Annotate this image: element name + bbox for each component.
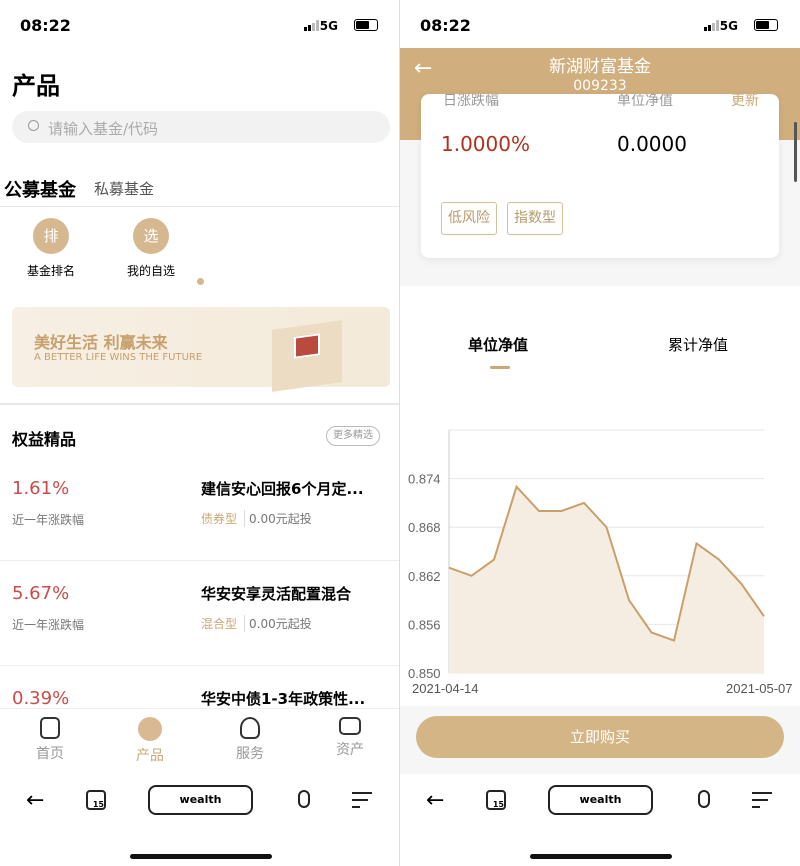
fund-list-item[interactable]: 5.67% 近一年涨跌幅 华安安享灵活配置混合 混合型 0.00元起投 — [0, 561, 399, 666]
scrollbar[interactable] — [794, 122, 797, 182]
product-screen: 08:22 5G 产品 请输入基金/代码 公募基金 私募基金 排基金排名 选我的… — [0, 0, 400, 866]
fund-return: 5.67% — [12, 583, 70, 604]
tabs-button[interactable]: 15 — [486, 790, 506, 810]
page-title: 产品 — [12, 72, 60, 100]
x-tick-label: 2021-05-07 — [726, 681, 793, 696]
browser-toolbar: ← 15 wealth — [0, 774, 399, 866]
quick-label: 我的自选 — [126, 264, 175, 278]
bell-icon — [240, 717, 260, 739]
tab-home[interactable]: 首页 — [20, 717, 80, 763]
battery-icon — [354, 19, 378, 31]
watchlist-icon: 选 — [133, 218, 169, 254]
nav-label: 单位净值 — [617, 94, 673, 109]
fund-min-investment: 0.00元起投 — [244, 510, 312, 527]
microphone-icon[interactable] — [698, 790, 710, 808]
battery-icon — [754, 19, 778, 31]
nav-chart: 0.850 0.856 0.862 0.868 0.874 2021-04-14 2021-… — [408, 429, 793, 696]
quick-label: 基金排名 — [26, 264, 75, 278]
section-title: 权益精品 — [12, 430, 77, 449]
nav-value: 0.0000 — [617, 132, 687, 156]
tab-label: 服务 — [236, 746, 264, 762]
daily-change-label: 日涨跌幅 — [443, 94, 499, 109]
back-arrow-icon[interactable]: ← — [26, 788, 44, 813]
fund-ranking-button[interactable]: 排基金排名 — [11, 218, 91, 279]
address-bar[interactable]: wealth — [148, 785, 253, 815]
my-watchlist-button[interactable]: 选我的自选 — [111, 218, 191, 279]
search-input[interactable]: 请输入基金/代码 — [12, 111, 390, 143]
y-tick-label: 0.868 — [408, 520, 441, 535]
menu-icon[interactable] — [352, 792, 372, 813]
network-label: 5G — [719, 19, 738, 33]
fund-list-item[interactable]: 1.61% 近一年涨跌幅 建信安心回报6个月定... 债券型 0.00元起投 — [0, 456, 399, 561]
fund-detail-screen: 08:22 5G ← 新湖财富基金 009233 日涨跌幅 单位净值 更新 1.… — [400, 0, 800, 866]
update-link[interactable]: 更新 — [731, 94, 759, 110]
status-bar: 08:22 5G — [0, 0, 399, 50]
divider — [0, 206, 399, 207]
y-tick-label: 0.850 — [408, 666, 441, 681]
tabs-button[interactable]: 15 — [86, 790, 106, 810]
promo-banner[interactable]: 美好生活 利赢未来 A BETTER LIFE WINS THE FUTURE — [12, 307, 390, 392]
search-icon — [28, 120, 39, 131]
network-label: 5G — [319, 19, 338, 33]
address-bar[interactable]: wealth — [548, 785, 653, 815]
y-tick-label: 0.862 — [408, 569, 441, 584]
chart-panel: 单位净值 累计净值 0.850 0.856 0.862 0.868 0.874 2021-… — [400, 286, 800, 706]
browser-toolbar: ← 15 wealth — [400, 774, 800, 866]
banner-subtitle: A BETTER LIFE WINS THE FUTURE — [34, 352, 203, 363]
search-placeholder: 请输入基金/代码 — [48, 120, 159, 138]
fund-return: 1.61% — [12, 478, 70, 499]
tab-label: 首页 — [36, 746, 64, 762]
area-fill — [449, 486, 764, 673]
home-indicator — [530, 854, 672, 859]
status-time: 08:22 — [20, 16, 71, 35]
y-tick-label: 0.874 — [408, 472, 441, 487]
tab-services[interactable]: 服务 — [220, 717, 280, 763]
fund-summary-card: 日涨跌幅 单位净值 更新 1.0000% 0.0000 低风险 指数型 — [421, 94, 779, 258]
type-tag: 指数型 — [507, 202, 563, 235]
fund-return: 0.39% — [12, 688, 70, 709]
menu-icon[interactable] — [752, 792, 772, 813]
y-tick-label: 0.856 — [408, 617, 441, 632]
tab-label: 资产 — [336, 742, 364, 758]
signal-icon — [704, 20, 720, 31]
products-icon — [138, 717, 162, 741]
fund-min-investment: 0.00元起投 — [244, 615, 312, 632]
banner-gift-box-image — [272, 320, 342, 392]
back-arrow-icon[interactable]: ← — [426, 788, 444, 813]
banner-title: 美好生活 利赢未来 — [34, 333, 168, 352]
fund-return-label: 近一年涨跌幅 — [12, 618, 85, 632]
fund-name: 华安安享灵活配置混合 — [201, 585, 352, 603]
microphone-icon[interactable] — [298, 790, 310, 808]
page-indicator — [197, 278, 204, 285]
x-tick-label: 2021-04-14 — [412, 681, 479, 696]
fund-type: 混合型 — [201, 617, 238, 631]
fund-code: 009233 — [573, 78, 627, 94]
tab-label: 产品 — [136, 748, 164, 764]
status-bar: 08:22 5G — [400, 0, 800, 50]
fund-name: 建信安心回报6个月定... — [201, 480, 364, 498]
tab-private-fund[interactable]: 私募基金 — [94, 178, 154, 199]
buy-now-button[interactable]: 立即购买 — [416, 716, 784, 758]
ranking-icon: 排 — [33, 218, 69, 254]
fund-name: 华安中债1-3年政策性... — [201, 690, 366, 708]
home-indicator — [130, 854, 272, 859]
fund-return-label: 近一年涨跌幅 — [12, 513, 85, 527]
fund-type: 债券型 — [201, 512, 238, 526]
tab-public-fund[interactable]: 公募基金 — [4, 176, 76, 202]
risk-tag: 低风险 — [441, 202, 497, 235]
status-time: 08:22 — [420, 16, 471, 35]
tab-products[interactable]: 产品 — [120, 717, 180, 765]
daily-change-value: 1.0000% — [441, 132, 530, 156]
home-icon — [40, 717, 60, 739]
divider — [0, 403, 399, 405]
more-button[interactable]: 更多精选 — [326, 426, 380, 446]
signal-icon — [304, 20, 320, 31]
bottom-tab-bar: 首页 产品 服务 资产 — [0, 708, 399, 774]
fund-name: 新湖财富基金 — [549, 57, 651, 77]
tab-assets[interactable]: 资产 — [320, 717, 380, 759]
wallet-icon — [339, 717, 361, 735]
